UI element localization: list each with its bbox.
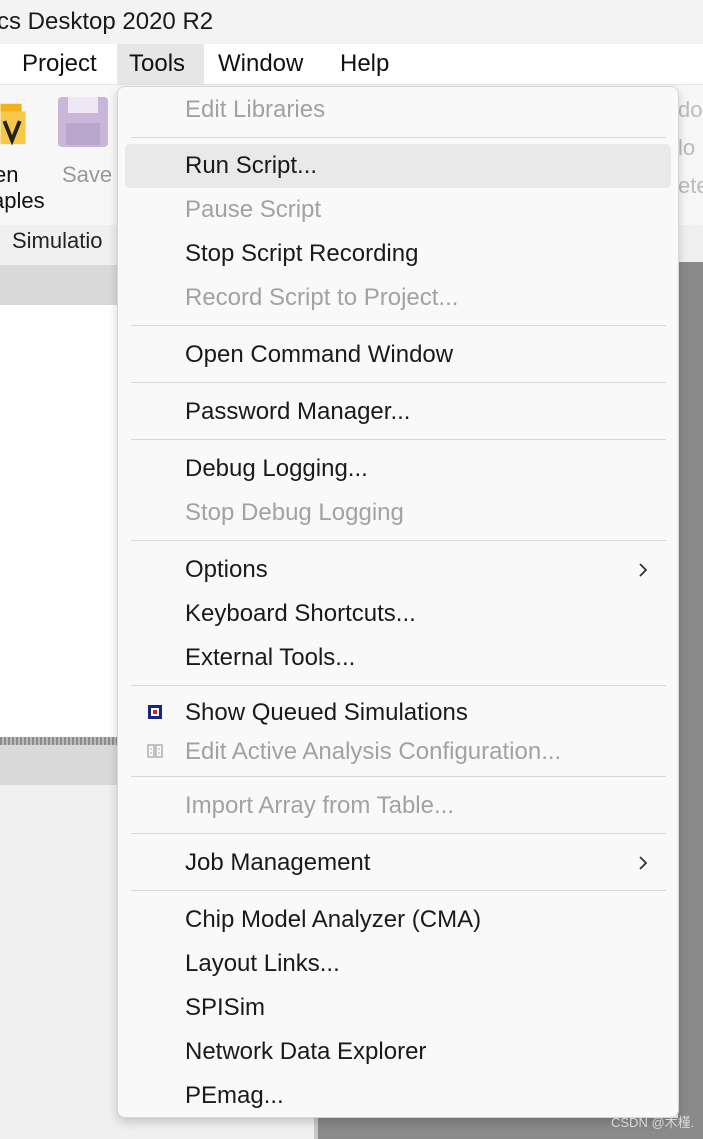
chevron-right-icon [639, 563, 648, 577]
menu-item-label: PEmag... [185, 1082, 284, 1109]
menu-item-pause-script[interactable]: Pause Script [125, 188, 671, 232]
menu-item-label: Import Array from Table... [185, 792, 454, 819]
menu-item-spisim[interactable]: SPISim [125, 986, 671, 1030]
menu-item-label: SPISim [185, 994, 266, 1021]
menu-separator [131, 382, 666, 383]
properties-pane-header [0, 745, 120, 785]
menu-item-network-data-explorer[interactable]: Network Data Explorer [125, 1030, 671, 1074]
properties-pane [0, 785, 120, 1139]
menu-item-record-script[interactable]: Record Script to Project... [125, 276, 671, 320]
menu-item-password-manager[interactable]: Password Manager... [125, 390, 671, 434]
menu-item-label: External Tools... [185, 644, 356, 671]
menu-item-edit-libraries[interactable]: Edit Libraries [125, 88, 671, 132]
save-icon[interactable] [56, 95, 110, 149]
menu-item-label: Layout Links... [185, 950, 340, 977]
menu-separator [131, 325, 666, 326]
menu-separator [131, 685, 666, 686]
open-examples-icon[interactable] [0, 98, 26, 148]
open-examples-label-line1[interactable]: en [0, 162, 18, 188]
menu-separator [131, 776, 666, 777]
app-window: cs Desktop 2020 R2 Project Tools Window … [0, 0, 703, 1139]
menu-separator [131, 540, 666, 541]
menu-item-label: Keyboard Shortcuts... [185, 600, 416, 627]
menu-separator [131, 137, 666, 138]
menu-item-label: Edit Libraries [185, 96, 326, 123]
menu-item-stop-debug-logging[interactable]: Stop Debug Logging [125, 491, 671, 535]
toolbar-fragment-3: ete [678, 173, 703, 198]
menu-item-run-script[interactable]: Run Script... [125, 144, 671, 188]
menu-item-keyboard-shortcuts[interactable]: Keyboard Shortcuts... [125, 592, 671, 636]
menu-separator [131, 833, 666, 834]
menu-item-pemag[interactable]: PEmag... [125, 1074, 671, 1118]
project-pane-header [0, 265, 120, 305]
menu-item-layout-links[interactable]: Layout Links... [125, 942, 671, 986]
menu-item-label: Show Queued Simulations [185, 699, 468, 726]
menu-item-label: Pause Script [185, 196, 322, 223]
tab-simulation[interactable]: Simulatio [12, 228, 102, 254]
project-tree-pane [0, 305, 120, 737]
menu-item-label: Job Management [185, 849, 371, 876]
toolbar-fragment-1: do [678, 97, 703, 122]
menu-item-import-array-from-table[interactable]: Import Array from Table... [125, 784, 671, 828]
menu-item-label: Record Script to Project... [185, 284, 459, 311]
menu-item-external-tools[interactable]: External Tools... [125, 636, 671, 680]
menu-item-debug-logging[interactable]: Debug Logging... [125, 447, 671, 491]
menu-separator [131, 439, 666, 440]
menu-item-label: Open Command Window [185, 341, 454, 368]
menu-item-label: Options [185, 556, 268, 583]
analysis-config-icon [147, 744, 163, 758]
chevron-right-icon [639, 856, 648, 870]
workspace-area [678, 262, 703, 1139]
menu-item-label: Edit Active Analysis Configuration... [185, 738, 562, 765]
menu-item-stop-script-recording[interactable]: Stop Script Recording [125, 232, 671, 276]
menu-item-label: Debug Logging... [185, 455, 368, 482]
menu-project[interactable]: Project [10, 44, 109, 84]
menu-bar: Project Tools Window Help [0, 44, 703, 85]
menu-window[interactable]: Window [206, 44, 315, 84]
window-title: cs Desktop 2020 R2 [0, 8, 214, 35]
tools-dropdown-menu: Edit Libraries Run Script... Pause Scrip… [117, 86, 679, 1118]
menu-item-label: Chip Model Analyzer (CMA) [185, 906, 482, 933]
save-button-label[interactable]: Save [62, 162, 112, 188]
menu-item-options[interactable]: Options [125, 548, 671, 592]
menu-tools[interactable]: Tools [117, 44, 204, 84]
menu-item-label: Password Manager... [185, 398, 411, 425]
menu-item-show-queued-simulations[interactable]: Show Queued Simulations [125, 691, 671, 735]
toolbar-fragment-2: lo [678, 135, 696, 160]
menu-help[interactable]: Help [328, 44, 401, 84]
pane-splitter[interactable] [0, 737, 120, 745]
watermark: CSDN @木槿. [611, 1115, 695, 1130]
queue-icon [148, 705, 162, 719]
menu-item-edit-active-analysis-configuration[interactable]: Edit Active Analysis Configuration... [125, 730, 671, 774]
menu-item-job-management[interactable]: Job Management [125, 841, 671, 885]
menu-item-label: Run Script... [185, 152, 318, 179]
menu-item-label: Network Data Explorer [185, 1038, 427, 1065]
title-bar: cs Desktop 2020 R2 [0, 0, 703, 44]
menu-item-chip-model-analyzer[interactable]: Chip Model Analyzer (CMA) [125, 898, 671, 942]
open-examples-label-line2[interactable]: aples [0, 188, 45, 214]
menu-separator [131, 890, 666, 891]
menu-item-label: Stop Debug Logging [185, 499, 404, 526]
menu-item-open-command-window[interactable]: Open Command Window [125, 333, 671, 377]
menu-item-label: Stop Script Recording [185, 240, 419, 267]
